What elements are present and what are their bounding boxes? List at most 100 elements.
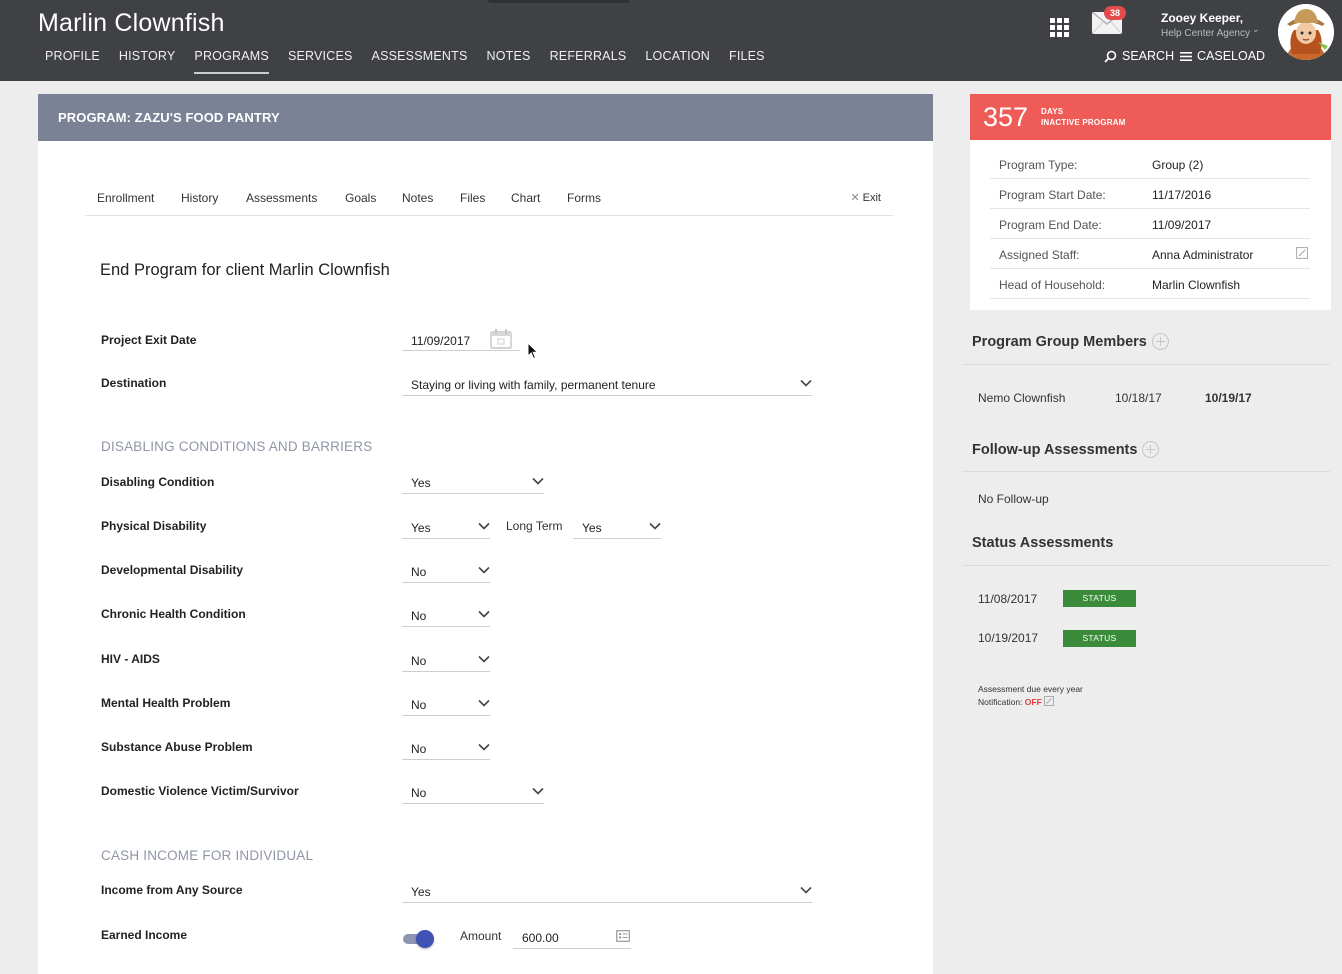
nav-assessments[interactable]: ASSESSMENTS: [372, 49, 468, 74]
mental-health-value: No: [411, 698, 427, 712]
tab-goals[interactable]: Goals: [345, 191, 376, 205]
inactive-days-caption: DAYS INACTIVE PROGRAM: [1041, 106, 1126, 128]
chronic-health-select[interactable]: No: [402, 603, 490, 627]
nav-profile[interactable]: PROFILE: [45, 49, 100, 74]
group-members-title: Program Group Members: [972, 333, 1147, 350]
user-name[interactable]: Zooey Keeper,: [1161, 11, 1243, 25]
close-icon: ✕: [850, 192, 860, 204]
tab-files[interactable]: Files: [460, 191, 485, 205]
nav-history[interactable]: HISTORY: [119, 49, 176, 74]
caseload-link[interactable]: CASELOAD: [1180, 49, 1265, 63]
earned-income-toggle[interactable]: [402, 930, 434, 948]
developmental-disability-value: No: [411, 565, 427, 579]
edit-icon[interactable]: [1044, 696, 1055, 706]
domestic-violence-label: Domestic Violence Victim/Survivor: [101, 784, 299, 798]
amount-label: Amount: [460, 929, 502, 943]
chevron-down-icon: [478, 522, 490, 530]
head-of-household-value: Marlin Clownfish: [1152, 278, 1241, 292]
divider: [962, 565, 1330, 566]
status-assessments-heading: Status Assessments: [972, 535, 1113, 551]
status-assessment-date: 10/19/2017: [978, 631, 1039, 645]
disabling-condition-label: Disabling Condition: [101, 475, 215, 489]
amount-input[interactable]: 600.00: [513, 925, 631, 949]
chronic-health-label: Chronic Health Condition: [101, 607, 246, 621]
avatar[interactable]: [1278, 4, 1334, 60]
exit-label: Exit: [862, 192, 881, 204]
nav-services[interactable]: SERVICES: [288, 49, 353, 74]
long-term-select[interactable]: Yes: [573, 515, 661, 539]
program-type-label: Program Type:: [999, 158, 1078, 172]
exit-button[interactable]: ✕ Exit: [850, 191, 881, 204]
nav-location[interactable]: LOCATION: [645, 49, 710, 74]
assigned-staff-label: Assigned Staff:: [999, 248, 1080, 262]
assessment-due-note: Assessment due every year: [978, 684, 1083, 694]
calculator-icon[interactable]: [616, 930, 630, 942]
income-any-source-label: Income from Any Source: [101, 883, 243, 897]
income-any-source-select[interactable]: Yes: [402, 879, 812, 903]
disabling-conditions-heading: DISABLING CONDITIONS AND BARRIERS: [101, 439, 373, 454]
mouse-cursor-icon: [527, 342, 539, 360]
physical-disability-select[interactable]: Yes: [402, 515, 490, 539]
program-panel: PROGRAM: ZAZU'S FOOD PANTRY Enrollment H…: [38, 94, 933, 974]
followup-assessments-heading: Follow-up Assessments: [972, 441, 1160, 458]
tab-history[interactable]: History: [181, 191, 218, 205]
edit-icon[interactable]: [1296, 247, 1308, 259]
member-name[interactable]: Nemo Clownfish: [978, 391, 1065, 405]
inactive-days-banner: 357 DAYS INACTIVE PROGRAM: [970, 94, 1331, 140]
tab-chart[interactable]: Chart: [511, 191, 540, 205]
nav-referrals[interactable]: REFERRALS: [550, 49, 627, 74]
mental-health-select[interactable]: No: [402, 692, 490, 716]
long-term-value: Yes: [582, 521, 602, 535]
program-end-label: Program End Date:: [999, 218, 1102, 232]
status-assessment-date: 11/08/2017: [978, 592, 1038, 606]
physical-disability-label: Physical Disability: [101, 519, 207, 533]
top-shadow: [488, 0, 630, 3]
status-badge[interactable]: STATUS: [1063, 630, 1136, 647]
assigned-staff-row: Assigned Staff: Anna Administrator: [990, 239, 1310, 269]
destination-select[interactable]: Staying or living with family, permanent…: [402, 372, 812, 396]
chevron-down-icon[interactable]: ⌄: [1252, 24, 1260, 35]
search-link[interactable]: SEARCH: [1104, 49, 1174, 63]
inactive-program-label: INACTIVE PROGRAM: [1041, 118, 1126, 127]
domestic-violence-select[interactable]: No: [402, 780, 544, 804]
head-of-household-label: Head of Household:: [999, 278, 1106, 292]
calendar-icon[interactable]: [490, 329, 512, 349]
program-start-label: Program Start Date:: [999, 188, 1106, 202]
followup-assessments-title: Follow-up Assessments: [972, 441, 1138, 458]
mental-health-label: Mental Health Problem: [101, 696, 231, 710]
tab-notes[interactable]: Notes: [402, 191, 433, 205]
exit-date-label: Project Exit Date: [101, 333, 197, 347]
status-assessments-title: Status Assessments: [972, 535, 1114, 551]
apps-grid-icon[interactable]: [1050, 18, 1069, 37]
program-start-row: Program Start Date: 11/17/2016: [990, 179, 1310, 209]
status-badge[interactable]: STATUS: [1063, 590, 1136, 607]
nav-programs[interactable]: PROGRAMS: [194, 49, 269, 74]
chevron-down-icon: [478, 743, 490, 751]
chevron-down-icon: [800, 379, 812, 387]
hiv-aids-select[interactable]: No: [402, 648, 490, 672]
disabling-condition-select[interactable]: Yes: [402, 470, 544, 494]
developmental-disability-select[interactable]: No: [402, 559, 490, 583]
tab-enrollment[interactable]: Enrollment: [97, 191, 154, 205]
tab-assessments[interactable]: Assessments: [246, 191, 317, 205]
inactive-days-count: 357: [983, 102, 1029, 132]
chevron-down-icon: [532, 787, 544, 795]
add-member-icon[interactable]: [1151, 333, 1169, 350]
chevron-down-icon: [649, 522, 661, 530]
tab-forms[interactable]: Forms: [567, 191, 601, 205]
divider: [962, 471, 1330, 472]
toggle-knob: [416, 930, 434, 948]
days-unit-label: DAYS: [1041, 107, 1064, 116]
chevron-down-icon: [800, 886, 812, 894]
domestic-violence-value: No: [411, 786, 427, 800]
page-title: End Program for client Marlin Clownfish: [100, 261, 390, 279]
earned-income-label: Earned Income: [101, 928, 188, 942]
substance-abuse-select[interactable]: No: [402, 736, 490, 760]
program-type-value: Group (2): [1152, 158, 1204, 172]
chevron-down-icon: [478, 566, 490, 574]
chronic-health-value: No: [411, 609, 427, 623]
add-followup-icon[interactable]: [1142, 441, 1160, 458]
member-end-date: 10/19/17: [1205, 391, 1252, 405]
nav-notes[interactable]: NOTES: [487, 49, 531, 74]
nav-files[interactable]: FILES: [729, 49, 765, 74]
